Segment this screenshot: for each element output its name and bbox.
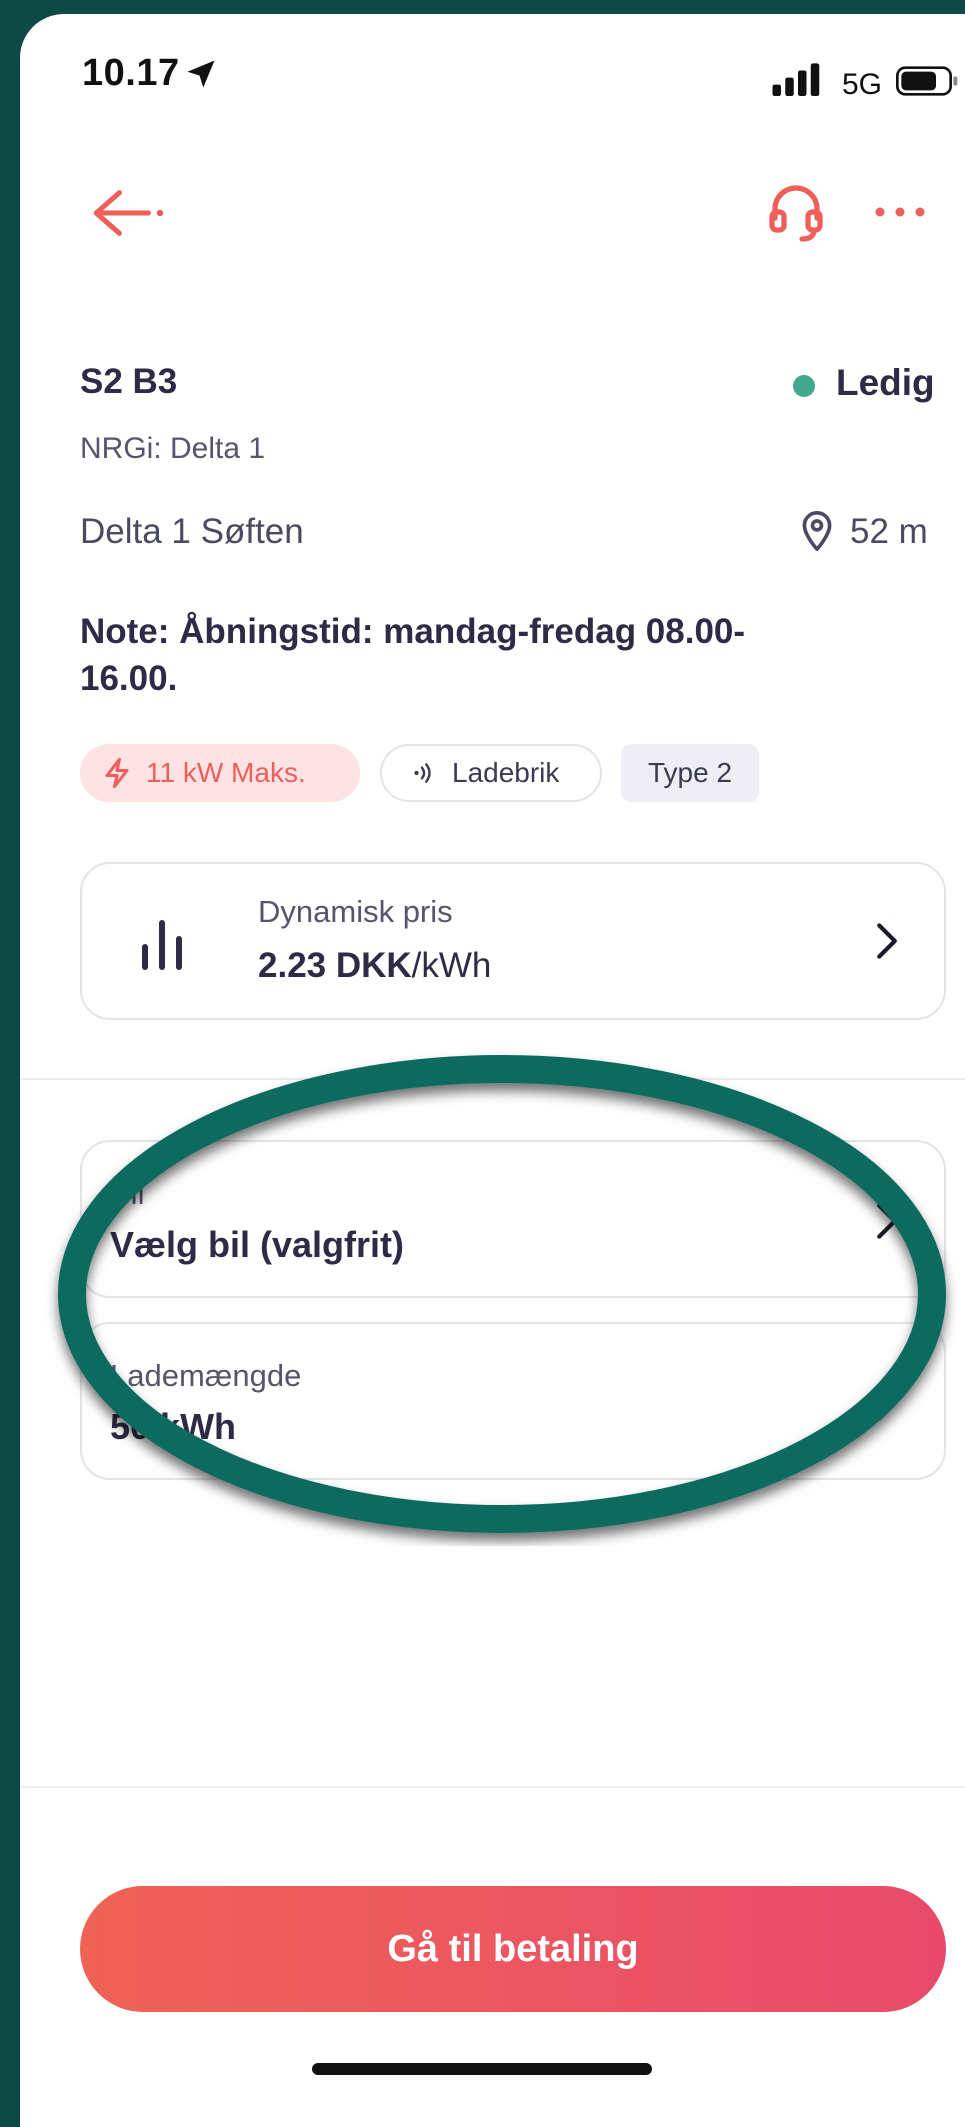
operator-label: NRGi: Delta 1: [80, 432, 266, 465]
price-label: Dynamisk pris: [258, 894, 453, 929]
status-label: Ledig: [836, 362, 935, 403]
chevron-right-icon: [877, 1385, 897, 1421]
location-arrow-icon: [187, 60, 215, 88]
home-indicator: [312, 2063, 652, 2075]
power-chip: 11 kW Maks.: [80, 744, 360, 802]
amount-label: Lademængde: [110, 1358, 302, 1393]
dynamic-price-card[interactable]: Dynamisk pris 2.23 DKK/kWh: [80, 862, 946, 1020]
car-value: Vælg bil (valgfrit): [110, 1224, 405, 1265]
more-options-icon[interactable]: [870, 204, 930, 220]
price-chart-icon: [142, 920, 182, 970]
connector-chip-label: Ladebrik: [452, 757, 560, 788]
charge-amount-card[interactable]: Lademængde 50 kWh: [80, 1322, 946, 1480]
opening-hours-note: Note: Åbningstid: mandag-fredag 08.00-16…: [80, 612, 746, 698]
signal-icon: [772, 63, 820, 96]
chevron-right-icon: [877, 923, 897, 959]
footer-divider: [20, 1786, 965, 1788]
wireless-tag-icon: [414, 763, 431, 783]
lightning-icon: [105, 758, 129, 788]
plug-type-label: Type 2: [647, 757, 733, 788]
plug-type-chip: Type 2: [621, 744, 759, 802]
chevron-right-icon: [877, 1203, 897, 1239]
power-chip-label: 11 kW Maks.: [146, 757, 306, 788]
distance-label: 52 m: [850, 512, 928, 551]
network-label: 5G: [842, 68, 883, 101]
charger-id: S2 B3: [80, 362, 178, 401]
section-divider: [20, 1078, 965, 1080]
status-time: 10.17: [82, 52, 180, 94]
location-pin-icon: [802, 510, 832, 552]
select-car-card[interactable]: Bil Vælg bil (valgfrit): [80, 1140, 946, 1298]
go-to-payment-button[interactable]: Gå til betaling: [80, 1886, 946, 2012]
battery-icon: [896, 66, 958, 96]
car-label: Bil: [110, 1176, 145, 1211]
connector-chip: Ladebrik: [380, 744, 602, 802]
status-dot: [793, 375, 815, 397]
back-arrow-icon[interactable]: [86, 184, 176, 242]
headset-support-icon[interactable]: [765, 179, 827, 245]
price-unit: /kWh: [411, 946, 492, 985]
amount-value: 50 kWh: [110, 1406, 237, 1447]
location-name: Delta 1 Søften: [80, 512, 304, 551]
price-value: 2.23 DKK/kWh: [258, 946, 491, 986]
price-amount: 2.23 DKK: [258, 946, 412, 985]
app-screen: 10.17 5G S2 B3 Ledig NRGi: Delta 1 Delta…: [20, 14, 965, 2127]
